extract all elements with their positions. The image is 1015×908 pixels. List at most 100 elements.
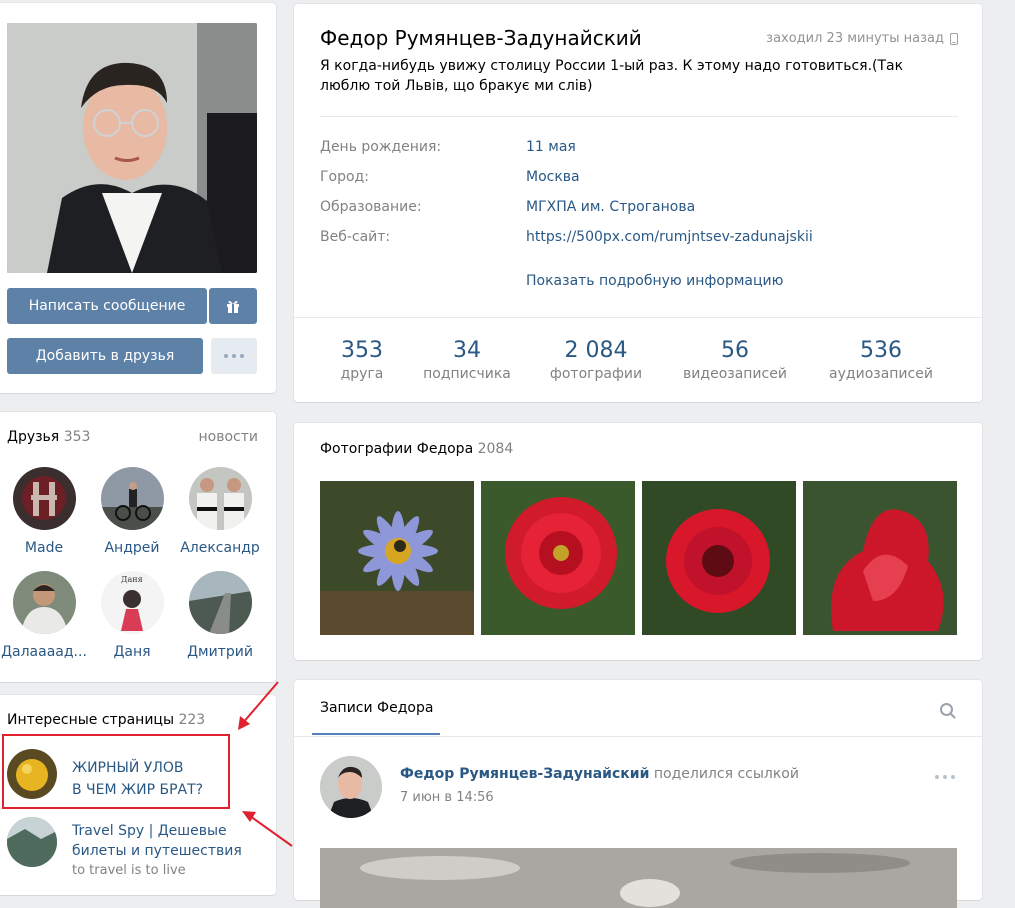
- counter-followers[interactable]: 34 подписчика: [418, 338, 516, 382]
- photo-image: [320, 481, 474, 635]
- counter-number: 34: [453, 338, 481, 363]
- status-line1: Я когда-нибудь увижу столицу России 1-ый…: [320, 58, 904, 74]
- counter-number: 353: [341, 338, 383, 363]
- counter-label: видеозаписей: [683, 366, 787, 382]
- profile-info-card: Федор Румянцев-Задунайский заходил 23 ми…: [294, 4, 982, 402]
- counter-label: друга: [340, 366, 384, 382]
- counter-number: 2 084: [564, 338, 628, 363]
- post-image: [320, 848, 957, 908]
- photos-card: Фотографии Федора 2084: [294, 423, 982, 660]
- counter-videos[interactable]: 56 видеозаписей: [676, 338, 794, 382]
- friend-avatar: [188, 467, 252, 530]
- info-value[interactable]: Москва: [526, 169, 580, 185]
- divider: [294, 317, 982, 318]
- friends-count: 353: [63, 429, 91, 445]
- svg-text:Даня: Даня: [121, 575, 143, 584]
- wall-card: Записи Федора Федор Румянцев-Задунайский…: [294, 680, 982, 908]
- page-name-line1: Travel Spy | Дешевые: [72, 823, 227, 839]
- photo-thumb[interactable]: [320, 481, 474, 635]
- profile-status[interactable]: Я когда-нибудь увижу столицу России 1-ый…: [320, 56, 960, 96]
- friend-avatar: [12, 571, 76, 634]
- post-author-name[interactable]: Федор Румянцев-Задунайский: [400, 766, 649, 782]
- info-value[interactable]: https://500px.com/rumjntsev-zadunajskii: [526, 229, 813, 245]
- counter-label: подписчика: [423, 366, 511, 382]
- info-row-website: Веб-сайт: https://500px.com/rumjntsev-za…: [320, 229, 813, 245]
- mobile-icon: [950, 32, 958, 45]
- show-more-info-link[interactable]: Показать подробную информацию: [526, 273, 783, 289]
- friends-news-link[interactable]: новости: [199, 429, 259, 445]
- photos-header[interactable]: Фотографии Федора 2084: [320, 441, 513, 457]
- page-name-line2: билеты и путешествия: [72, 843, 242, 859]
- friend-name: Дмитрий: [187, 644, 253, 660]
- counter-label: аудиозаписей: [829, 366, 933, 382]
- info-row-city: Город: Москва: [320, 169, 580, 185]
- add-friend-button[interactable]: Добавить в друзья: [7, 338, 203, 374]
- friends-card: Друзья 353 новости Made Андрей Александр…: [0, 412, 276, 682]
- more-actions-button[interactable]: [211, 338, 257, 374]
- post-more-icon[interactable]: [934, 774, 956, 780]
- post-date[interactable]: 7 июн в 14:56: [400, 790, 494, 805]
- info-value[interactable]: МГХПА им. Строганова: [526, 199, 695, 215]
- search-icon[interactable]: [939, 702, 957, 720]
- friend-item[interactable]: Андрей: [87, 467, 177, 556]
- page-avatar: [7, 817, 57, 867]
- photo-image: [642, 481, 796, 635]
- pages-header[interactable]: Интересные страницы 223: [7, 712, 205, 728]
- wall-tab-underline: [312, 733, 440, 735]
- highlight-box: [2, 734, 230, 809]
- send-message-label: Написать сообщение: [28, 298, 186, 314]
- friends-title: Друзья: [7, 429, 60, 445]
- info-value[interactable]: 11 мая: [526, 139, 576, 155]
- friend-item[interactable]: Далаааад...: [0, 571, 89, 660]
- wall-tab[interactable]: Записи Федора: [320, 700, 433, 716]
- friend-item[interactable]: Даня Даня: [87, 571, 177, 660]
- friend-name: Александр: [180, 540, 260, 556]
- friend-name: Даня: [113, 644, 151, 660]
- counter-number: 536: [860, 338, 902, 363]
- profile-photo[interactable]: [7, 23, 257, 273]
- photo-thumb[interactable]: [481, 481, 635, 635]
- friend-item[interactable]: Made: [0, 467, 89, 556]
- friend-avatar: [12, 467, 76, 530]
- counter-photos[interactable]: 2 084 фотографии: [546, 338, 646, 382]
- post-header: Федор Румянцев-Задунайский поделился ссы…: [400, 766, 799, 782]
- info-label: День рождения:: [320, 139, 442, 155]
- last-seen-text: заходил 23 минуты назад: [766, 31, 944, 46]
- friend-item[interactable]: Александр: [175, 467, 265, 556]
- send-message-button[interactable]: Написать сообщение: [7, 288, 207, 324]
- page-description: to travel is to live: [72, 863, 186, 878]
- add-friend-label: Добавить в друзья: [35, 348, 175, 364]
- photo-image: [803, 481, 957, 635]
- status-line2: люблю той Львів, що бракує ми слів): [320, 78, 593, 94]
- counter-number: 56: [721, 338, 749, 363]
- friend-name: Made: [24, 540, 64, 556]
- info-row-birthday: День рождения: 11 мая: [320, 139, 576, 155]
- photo-image: [481, 481, 635, 635]
- last-seen: заходил 23 минуты назад: [766, 31, 958, 46]
- profile-name: Федор Румянцев-Задунайский: [320, 26, 642, 50]
- friend-avatar: [188, 571, 252, 634]
- send-gift-button[interactable]: [209, 288, 257, 324]
- friend-avatar: [100, 467, 164, 530]
- friend-item[interactable]: Дмитрий: [175, 571, 265, 660]
- friend-avatar: Даня: [100, 571, 164, 634]
- friend-name: Далаааад...: [1, 644, 87, 660]
- counter-label: фотографии: [549, 366, 643, 382]
- counter-audio[interactable]: 536 аудиозаписей: [822, 338, 940, 382]
- gift-icon: [227, 300, 239, 313]
- pages-title: Интересные страницы: [7, 712, 175, 728]
- post-link-image[interactable]: [320, 848, 957, 908]
- annotation-arrows: [238, 681, 293, 847]
- photo-thumb[interactable]: [642, 481, 796, 635]
- counter-friends[interactable]: 353 друга: [330, 338, 394, 382]
- photos-title: Фотографии Федора: [320, 441, 474, 457]
- friends-header[interactable]: Друзья 353: [7, 429, 90, 445]
- photo-thumb[interactable]: [803, 481, 957, 635]
- info-row-education: Образование: МГХПА им. Строганова: [320, 199, 695, 215]
- pages-count: 223: [178, 712, 206, 728]
- friend-name: Андрей: [104, 540, 160, 556]
- post-author-avatar[interactable]: [320, 756, 382, 818]
- post-action: поделился ссылкой: [653, 766, 799, 782]
- divider: [320, 116, 958, 117]
- page-item[interactable]: Travel Spy | Дешевые билеты и путешестви…: [7, 815, 257, 878]
